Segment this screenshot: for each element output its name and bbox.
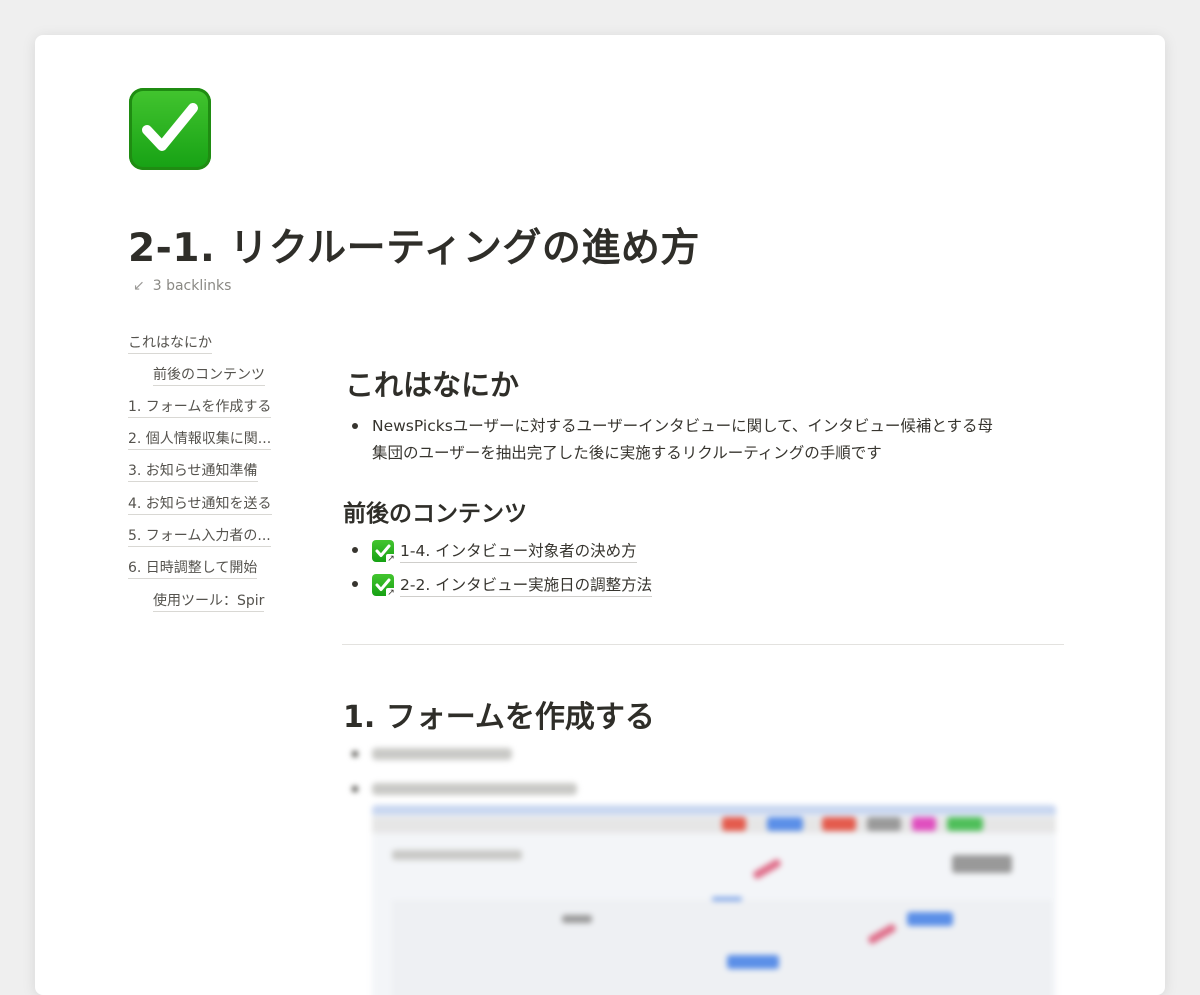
white-check-mark-icon: ↗	[372, 540, 396, 564]
toc-item-tool-spir[interactable]: 使用ツール：Spir	[153, 590, 265, 612]
blurred-text	[372, 748, 512, 760]
bullet-dot	[352, 423, 361, 432]
page-link-label: 2-2. インタビュー実施日の調整方法	[400, 573, 653, 597]
paragraph-line: 集団のユーザーを抽出完了した後に実施するリクルーティングの手順です	[372, 444, 882, 462]
paragraph-what: NewsPicksユーザーに対するユーザーインタビューに関して、インタビュー候補…	[372, 413, 1072, 467]
toc-item-what[interactable]: これはなにか	[128, 332, 212, 354]
page-link-1-4[interactable]: ↗ 1-4. インタビュー対象者の決め方	[372, 539, 637, 564]
toc-item-related[interactable]: 前後のコンテンツ	[153, 364, 265, 386]
page-link-2-2[interactable]: ↗ 2-2. インタビュー実施日の調整方法	[372, 573, 653, 598]
arrow-down-left-icon: ↙	[133, 278, 145, 294]
toc-item-privacy[interactable]: 2. 個人情報収集に関...	[128, 428, 272, 450]
heading-form: 1. フォームを作成する	[343, 700, 655, 735]
page-title: 2-1. リクルーティングの進め方	[128, 226, 700, 271]
white-check-mark-icon: ↗	[372, 574, 396, 598]
divider	[342, 644, 1064, 645]
paragraph-line: NewsPicksユーザーに対するユーザーインタビューに関して、インタビュー候補…	[372, 417, 993, 435]
link-arrow-icon: ↗	[386, 554, 396, 564]
toc-item-notice-send[interactable]: 4. お知らせ通知を送る	[128, 493, 272, 515]
backlinks-button[interactable]: ↙ 3 backlinks	[133, 278, 231, 294]
toc-item-form-entrants[interactable]: 5. フォーム入力者の...	[128, 525, 271, 547]
bullet-dot	[352, 751, 361, 760]
heading-related: 前後のコンテンツ	[343, 501, 527, 527]
toc-item-form[interactable]: 1. フォームを作成する	[128, 396, 272, 418]
bullet-dot	[352, 786, 361, 795]
bullet-dot	[352, 581, 361, 590]
blurred-text	[372, 783, 577, 795]
bullet-dot	[352, 547, 361, 556]
toc-item-schedule[interactable]: 6. 日時調整して開始	[128, 557, 258, 579]
blurred-screenshot	[372, 805, 1056, 995]
heading-what: これはなにか	[345, 368, 520, 402]
link-arrow-icon: ↗	[386, 588, 396, 598]
white-check-mark-icon[interactable]	[129, 88, 211, 170]
notion-page: 2-1. リクルーティングの進め方 ↙ 3 backlinks これはなにか 前…	[35, 35, 1165, 995]
backlinks-label: 3 backlinks	[152, 278, 232, 294]
page-link-label: 1-4. インタビュー対象者の決め方	[400, 539, 637, 563]
toc-item-notice-prep[interactable]: 3. お知らせ通知準備	[128, 460, 258, 482]
